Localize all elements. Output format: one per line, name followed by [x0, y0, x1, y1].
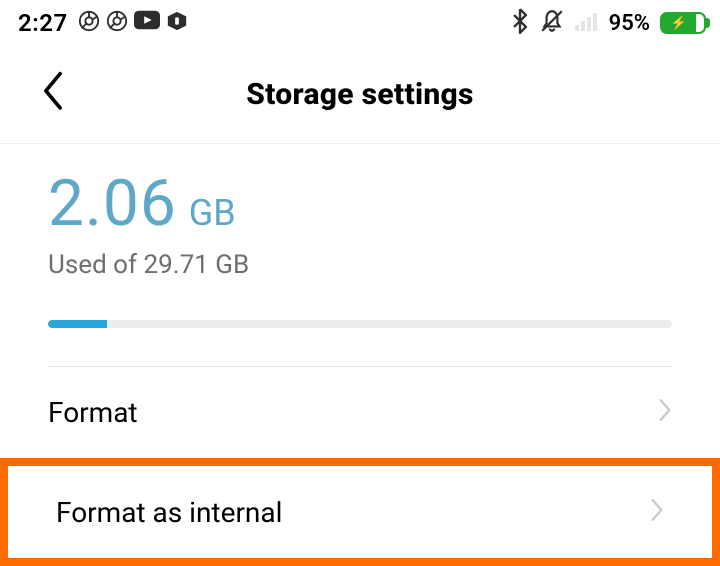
chevron-right-icon [658, 396, 672, 429]
status-bar: 2:27 95% ⚡ [0, 0, 720, 46]
bluetooth-icon [511, 8, 529, 38]
chrome-icon [106, 10, 128, 36]
page-title: Storage settings [246, 77, 474, 112]
page-header: Storage settings [0, 46, 720, 144]
chrome-icon [78, 10, 100, 36]
format-row[interactable]: Format [0, 367, 720, 459]
charging-bolt-icon: ⚡ [671, 17, 687, 30]
format-as-internal-row[interactable]: Format as internal [0, 458, 720, 566]
youtube-icon [134, 10, 160, 36]
storage-summary: 2.06 GB Used of 29.71 GB [0, 144, 720, 340]
app-icon [166, 10, 188, 36]
storage-used-of: Used of 29.71 GB [48, 250, 672, 280]
chevron-left-icon [40, 70, 66, 110]
storage-used-unit: GB [189, 192, 236, 234]
storage-progress-fill [48, 320, 107, 328]
row-label: Format as internal [56, 496, 282, 529]
back-button[interactable] [40, 70, 66, 114]
signal-icon [575, 11, 599, 35]
battery-percent: 95% [609, 11, 650, 36]
row-label: Format [48, 396, 138, 429]
chevron-right-icon [650, 496, 664, 529]
storage-progress-bar [48, 320, 672, 328]
dnd-icon [539, 8, 565, 38]
status-time: 2:27 [18, 9, 68, 37]
status-icons-left [78, 10, 188, 36]
storage-used-value: 2.06 [48, 172, 177, 236]
battery-icon: ⚡ [660, 12, 706, 34]
